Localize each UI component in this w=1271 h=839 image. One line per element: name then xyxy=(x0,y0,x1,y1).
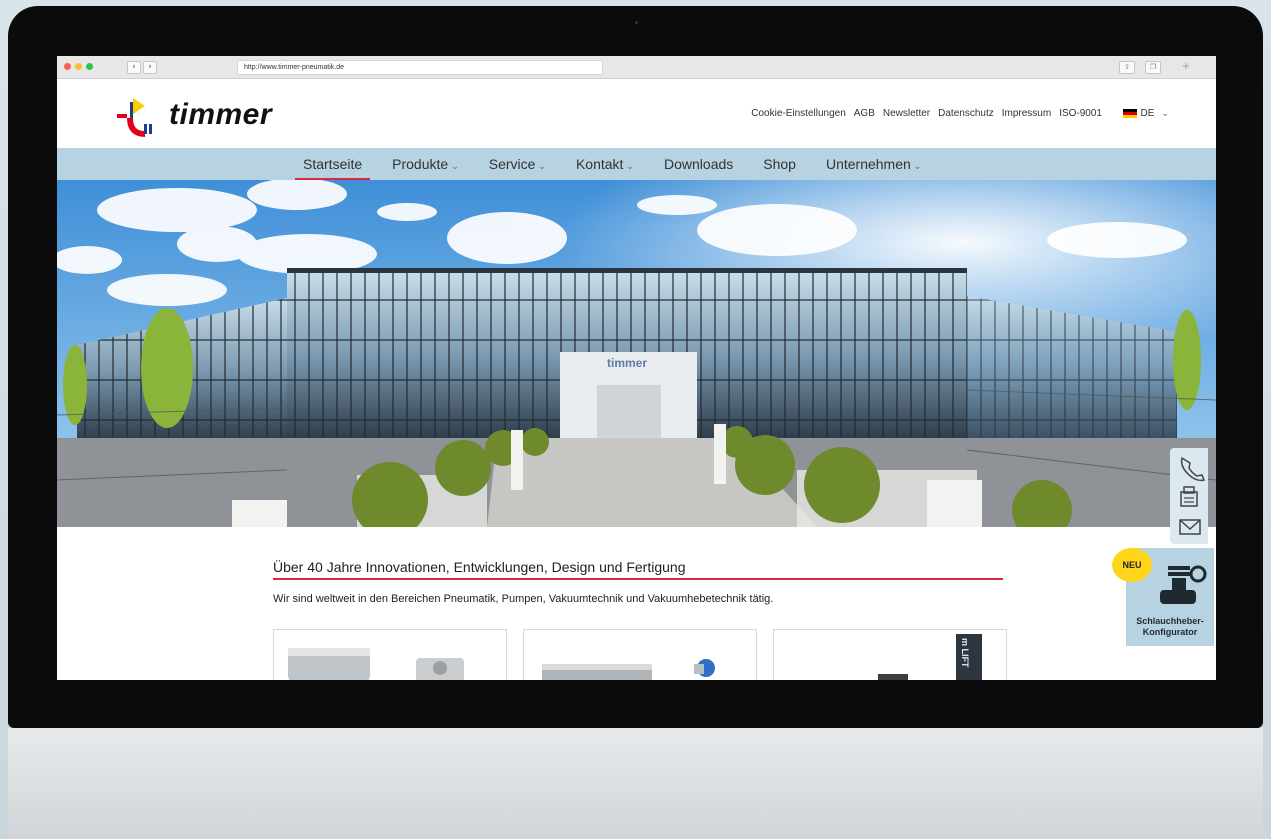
language-label: DE xyxy=(1140,108,1155,119)
chevron-down-icon: ⌄ xyxy=(538,161,546,171)
language-selector[interactable]: DE ⌄ xyxy=(1122,108,1169,119)
link-cookie-settings[interactable]: Cookie-Einstellungen xyxy=(751,108,846,119)
link-impressum[interactable]: Impressum xyxy=(1002,108,1051,119)
link-agb[interactable]: AGB xyxy=(854,108,875,119)
product-card-vakuumhebetechnik[interactable]: m LIFT xyxy=(773,629,1007,680)
mail-icon[interactable] xyxy=(1179,519,1201,535)
new-badge: NEU xyxy=(1112,548,1152,582)
nav-item-service[interactable]: Service ⌄ xyxy=(489,156,546,172)
nav-item-kontakt[interactable]: Kontakt ⌄ xyxy=(576,156,634,172)
contact-side-widget xyxy=(1170,448,1208,544)
share-button[interactable]: ⇧ xyxy=(1119,61,1135,74)
phone-icon[interactable] xyxy=(1180,456,1206,482)
tabs-button[interactable]: ❐ xyxy=(1145,61,1161,74)
nav-item-downloads[interactable]: Downloads xyxy=(664,156,733,172)
nav-item-unternehmen[interactable]: Unternehmen ⌄ xyxy=(826,156,921,172)
ejector-product-image xyxy=(542,659,715,680)
monitor-chin xyxy=(8,728,1263,839)
lift-brand-label: m LIFT xyxy=(960,638,970,668)
contact-icons-group xyxy=(1179,456,1206,535)
page-subheading: Wir sind weltweit in den Bereichen Pneum… xyxy=(273,593,774,605)
hero-building-image: timmer xyxy=(57,180,1216,527)
page-heading: Über 40 Jahre Innovationen, Entwicklunge… xyxy=(273,559,686,575)
product-card-pneumatik[interactable] xyxy=(273,629,507,680)
minimize-window-button[interactable] xyxy=(75,63,82,70)
link-newsletter[interactable]: Newsletter xyxy=(883,108,930,119)
link-datenschutz[interactable]: Datenschutz xyxy=(938,108,994,119)
chevron-down-icon: ⌄ xyxy=(451,161,459,171)
configurator-label: Schlauchheber- Konfigurator xyxy=(1136,616,1204,637)
gear-icon xyxy=(1189,565,1207,583)
heading-underline xyxy=(273,578,1003,580)
german-flag-icon xyxy=(1122,109,1137,118)
back-button[interactable]: ‹ xyxy=(127,61,141,74)
fax-icon[interactable] xyxy=(1180,486,1198,507)
camera-dot xyxy=(635,21,638,24)
browser-toolbar: ‹ › http://www.timmer-pneumatik.de ⇧ ❐ + xyxy=(57,56,1216,79)
site-logo[interactable]: timmer xyxy=(117,92,307,142)
chevron-down-icon: ⌄ xyxy=(626,161,634,171)
main-navigation: Startseite Produkte ⌄ Service ⌄ Kontakt ⌄ D… xyxy=(57,148,1216,181)
close-window-button[interactable] xyxy=(64,63,71,70)
new-tab-button[interactable]: + xyxy=(1179,61,1193,72)
nav-item-startseite[interactable]: Startseite xyxy=(294,156,371,181)
browser-screen: ‹ › http://www.timmer-pneumatik.de ⇧ ❐ +… xyxy=(57,56,1216,680)
forward-button[interactable]: › xyxy=(143,61,157,74)
hero-banner: timmer xyxy=(57,180,1216,527)
chevron-down-icon: ⌄ xyxy=(1161,108,1169,118)
link-iso-9001[interactable]: ISO-9001 xyxy=(1059,108,1102,119)
building-sign: timmer xyxy=(607,356,647,370)
top-links: Cookie-Einstellungen AGB Newsletter Date… xyxy=(751,108,1102,119)
chevron-down-icon: ⌄ xyxy=(913,161,922,171)
nav-item-shop[interactable]: Shop xyxy=(763,156,796,172)
nav-item-produkte[interactable]: Produkte ⌄ xyxy=(392,156,459,172)
lifter-product-image xyxy=(878,634,982,680)
maximize-window-button[interactable] xyxy=(86,63,93,70)
address-bar[interactable]: http://www.timmer-pneumatik.de xyxy=(237,60,603,75)
brand-name: timmer xyxy=(169,98,273,131)
cylinder-product-image xyxy=(288,648,464,680)
product-card-vakuumtechnik[interactable] xyxy=(523,629,757,680)
